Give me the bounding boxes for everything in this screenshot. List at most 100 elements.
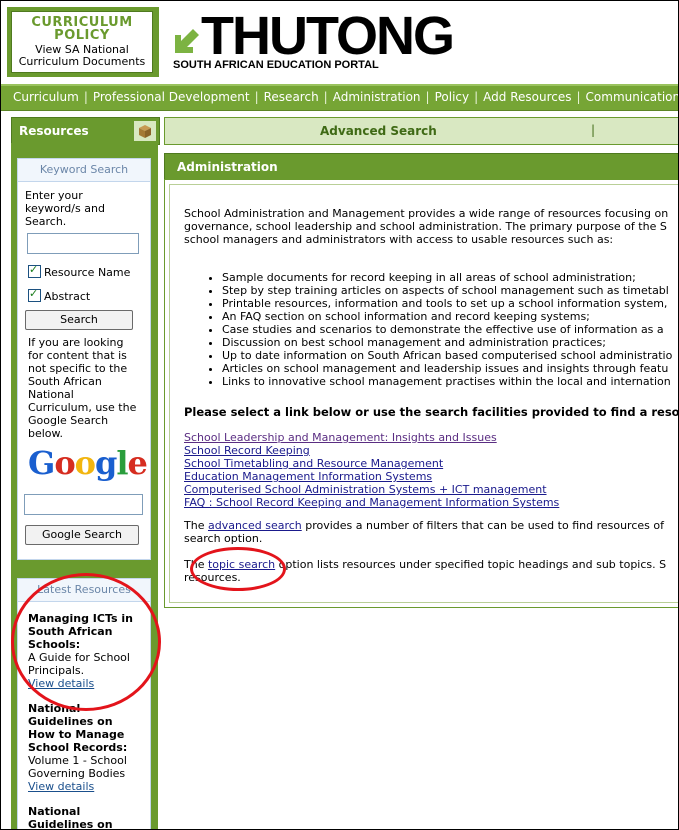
latest-resource-item: National Guidelines on bbox=[28, 805, 148, 830]
latest-resource-description: Governing Bodies bbox=[28, 767, 126, 780]
nav-item-research[interactable]: Research bbox=[264, 90, 319, 104]
latest-resource-description: Volume 1 - School bbox=[28, 754, 127, 767]
keyword-instructions: Enter your keyword/s and Search. bbox=[25, 189, 105, 228]
nav-separator: | bbox=[425, 90, 430, 104]
nav-item-administration[interactable]: Administration bbox=[333, 90, 421, 104]
latest-resources-title: Latest Resources bbox=[18, 579, 150, 602]
main-content: School Administration and Management pro… bbox=[164, 179, 678, 608]
feature-list-item: Articles on school management and leader… bbox=[222, 362, 672, 375]
topic-link[interactable]: School Record Keeping bbox=[184, 444, 559, 457]
curriculum-policy-banner[interactable]: CURRICULUM POLICY View SA National Curri… bbox=[7, 7, 159, 77]
latest-resource-title: How to Manage bbox=[28, 728, 125, 741]
latest-resource-title: National bbox=[28, 702, 81, 715]
topic-search-inline-link[interactable]: topic search bbox=[208, 558, 275, 571]
keyword-instructions-line: keyword/s and bbox=[25, 202, 105, 215]
google-logo-text: Google bbox=[28, 444, 148, 482]
google-note-line: If you are looking bbox=[28, 336, 124, 349]
view-details-link[interactable]: View details bbox=[28, 780, 148, 793]
topic-links: School Leadership and Management: Insigh… bbox=[184, 431, 559, 509]
advanced-search-paragraph: The advanced search provides a number of… bbox=[184, 519, 664, 532]
adv-para-after: provides a number of filters that can be… bbox=[301, 519, 664, 532]
nav-separator: | bbox=[576, 90, 581, 104]
google-note-line: Google Search bbox=[28, 414, 109, 427]
latest-resource-title: Guidelines on bbox=[28, 818, 113, 830]
feature-list-item: Step by step training articles on aspect… bbox=[222, 284, 672, 297]
google-note: If you are looking for content that is not… bbox=[28, 336, 148, 440]
advanced-search-bar: Advanced Search | bbox=[164, 117, 678, 145]
google-logo: Google bbox=[28, 444, 148, 482]
topic-link[interactable]: FAQ : School Record Keeping and Manageme… bbox=[184, 496, 559, 509]
topic-search-paragraph: The topic search option lists resources … bbox=[184, 558, 666, 571]
google-note-line: South African bbox=[28, 375, 102, 388]
feature-list-item: Sample documents for record keeping in a… bbox=[222, 271, 672, 284]
topic-link[interactable]: Education Management Information Systems bbox=[184, 470, 559, 483]
google-note-line: Curriculum, use the bbox=[28, 401, 137, 414]
google-search-input[interactable] bbox=[24, 494, 143, 515]
latest-resource-item: National Guidelines on How to Manage School… bbox=[28, 702, 148, 793]
resource-name-checkbox[interactable] bbox=[28, 263, 41, 278]
logo-text: THUTONG bbox=[201, 6, 455, 66]
feature-list: Sample documents for record keeping in a… bbox=[204, 271, 672, 388]
search-button[interactable]: Search bbox=[25, 310, 133, 330]
google-note-line: National bbox=[28, 388, 74, 401]
curriculum-policy-inner[interactable]: CURRICULUM POLICY View SA National Curri… bbox=[11, 11, 153, 73]
left-sidebar: Keyword Search Enter your keyword/s and … bbox=[11, 143, 158, 830]
feature-list-item: Discussion on best school management and… bbox=[222, 336, 672, 349]
view-details-link[interactable]: View details bbox=[28, 677, 148, 690]
nav-item-curriculum[interactable]: Curriculum bbox=[13, 90, 79, 104]
topic-link[interactable]: School Timetabling and Resource Manageme… bbox=[184, 457, 559, 470]
main-nav: Curriculum | Professional Development | Rese… bbox=[1, 84, 678, 111]
logo-arrow-icon bbox=[175, 29, 199, 53]
keyword-search-title: Keyword Search bbox=[18, 159, 150, 182]
topic-search-paragraph-line2: resources. bbox=[184, 571, 241, 584]
google-search-button[interactable]: Google Search bbox=[25, 525, 139, 545]
main-content-inner: School Administration and Management pro… bbox=[169, 184, 678, 603]
feature-list-item: Links to innovative school management pr… bbox=[222, 375, 672, 388]
nav-item-communications[interactable]: Communications bbox=[586, 90, 678, 104]
intro-line: governance, school leadership and school… bbox=[184, 220, 667, 233]
topic-link[interactable]: Computerised School Administration Syste… bbox=[184, 483, 559, 496]
google-note-line: below. bbox=[28, 427, 64, 440]
nav-separator: | bbox=[254, 90, 259, 104]
nav-item-policy[interactable]: Policy bbox=[435, 90, 470, 104]
topic-link[interactable]: School Leadership and Management: Insigh… bbox=[184, 431, 559, 444]
logo-subtitle: SOUTH AFRICAN EDUCATION PORTAL bbox=[173, 59, 379, 71]
topic-para-after: option lists resources under specified t… bbox=[275, 558, 667, 571]
advanced-search-separator: | bbox=[591, 123, 596, 137]
keyword-search-input[interactable] bbox=[27, 233, 139, 254]
keyword-instructions-line: Enter your bbox=[25, 189, 83, 202]
latest-resources-list: Managing ICTs in South African Schools: A G… bbox=[28, 612, 148, 830]
thutong-logo[interactable]: THUTONG SOUTH AFRICAN EDUCATION PORTAL bbox=[173, 9, 455, 73]
main-nav-list: Curriculum | Professional Development | Rese… bbox=[13, 90, 678, 104]
latest-resource-title: School Records: bbox=[28, 741, 128, 754]
latest-resource-title: Schools: bbox=[28, 638, 81, 651]
feature-list-item: Printable resources, information and too… bbox=[222, 297, 672, 310]
keyword-instructions-line: Search. bbox=[25, 215, 67, 228]
curriculum-policy-subtitle-2: Curriculum Documents bbox=[18, 55, 146, 68]
box-icon[interactable] bbox=[133, 120, 157, 142]
feature-list-item: Up to date information on South African … bbox=[222, 349, 672, 362]
latest-resource-title: South African bbox=[28, 625, 113, 638]
adv-para-before: The bbox=[184, 519, 208, 532]
resource-name-label: Resource Name bbox=[44, 266, 131, 279]
resources-tab[interactable]: Resources bbox=[11, 117, 160, 145]
abstract-checkbox[interactable] bbox=[28, 287, 41, 302]
topic-para-before: The bbox=[184, 558, 208, 571]
advanced-search-paragraph-line2: search option. bbox=[184, 532, 263, 545]
advanced-search-inline-link[interactable]: advanced search bbox=[208, 519, 302, 532]
latest-resource-title: National bbox=[28, 805, 81, 818]
nav-separator: | bbox=[83, 90, 88, 104]
nav-item-add-resources[interactable]: Add Resources bbox=[483, 90, 571, 104]
keyword-search-panel: Keyword Search Enter your keyword/s and … bbox=[17, 158, 151, 560]
feature-list-item: Case studies and scenarios to demonstrat… bbox=[222, 323, 672, 336]
latest-resource-description: A Guide for School bbox=[28, 651, 130, 664]
latest-resources-panel: Latest Resources Managing ICTs in South A… bbox=[17, 578, 151, 830]
google-note-line: not specific to the bbox=[28, 362, 128, 375]
intro-line: School Administration and Management pro… bbox=[184, 207, 669, 220]
abstract-label: Abstract bbox=[44, 290, 91, 303]
resources-label: Resources bbox=[19, 124, 89, 138]
section-title-bar: Administration bbox=[164, 153, 678, 181]
nav-item-professional-development[interactable]: Professional Development bbox=[93, 90, 250, 104]
feature-list-item: An FAQ section on school information and… bbox=[222, 310, 672, 323]
advanced-search-link[interactable]: Advanced Search bbox=[320, 124, 437, 138]
